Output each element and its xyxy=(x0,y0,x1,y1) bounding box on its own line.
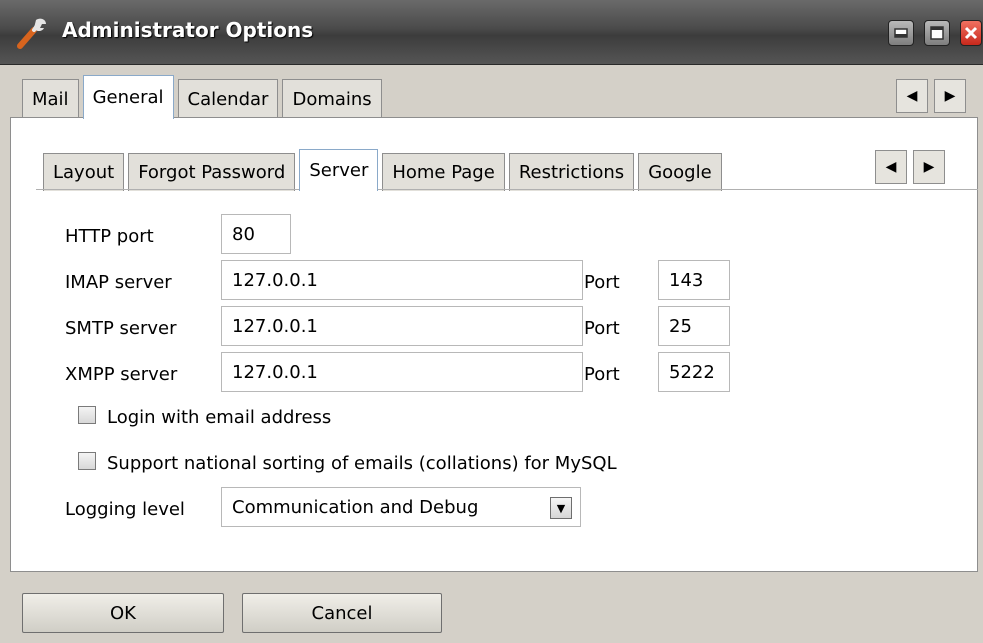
xmpp-port-input[interactable]: 5222 xyxy=(658,352,730,392)
outer-tab-bar: Mail General Calendar Domains xyxy=(22,75,386,119)
wrench-icon xyxy=(17,18,46,49)
smtp-port-input[interactable]: 25 xyxy=(658,306,730,346)
tab-domains[interactable]: Domains xyxy=(282,79,382,119)
national-sorting-checkbox[interactable] xyxy=(78,452,96,470)
tab-server[interactable]: Server xyxy=(299,149,379,191)
inner-tab-bar: Layout Forgot Password Server Home Page … xyxy=(43,149,726,191)
triangle-right-icon: ▶ xyxy=(923,159,935,175)
tab-google[interactable]: Google xyxy=(638,153,722,191)
imap-server-input[interactable]: 127.0.0.1 xyxy=(221,260,583,300)
inner-tab-scroll-right-button[interactable]: ▶ xyxy=(913,150,945,184)
tab-home-page[interactable]: Home Page xyxy=(382,153,505,191)
tab-restrictions[interactable]: Restrictions xyxy=(508,153,635,191)
xmpp-server-label: XMPP server xyxy=(65,364,178,385)
logging-level-value: Communication and Debug xyxy=(232,496,479,518)
logging-level-select[interactable]: Communication and Debug ▼ xyxy=(221,487,581,527)
triangle-right-icon: ▶ xyxy=(944,88,956,104)
smtp-server-input[interactable]: 127.0.0.1 xyxy=(221,306,583,346)
tab-calendar[interactable]: Calendar xyxy=(177,79,279,119)
outer-tab-scroll-right-button[interactable]: ▶ xyxy=(934,79,966,113)
tab-general[interactable]: General xyxy=(82,75,174,119)
tab-forgot-password[interactable]: Forgot Password xyxy=(128,153,296,191)
smtp-port-label: Port xyxy=(584,318,620,339)
imap-server-label: IMAP server xyxy=(65,272,172,293)
window-title: Administrator Options xyxy=(62,18,314,42)
close-icon xyxy=(964,26,978,40)
administrator-options-window: Administrator Options Mail General Calen… xyxy=(0,0,983,643)
chevron-down-icon: ▼ xyxy=(556,501,566,515)
xmpp-port-label: Port xyxy=(584,364,620,385)
maximize-button[interactable] xyxy=(924,20,950,46)
http-port-label: HTTP port xyxy=(65,226,154,247)
logging-level-dropdown-button[interactable]: ▼ xyxy=(550,497,572,519)
minimize-icon xyxy=(894,28,908,38)
inner-tab-divider xyxy=(36,189,978,190)
login-with-email-label[interactable]: Login with email address xyxy=(107,407,331,428)
outer-tab-scroll-left-button[interactable]: ◀ xyxy=(896,79,928,113)
triangle-left-icon: ◀ xyxy=(906,88,918,104)
cancel-button[interactable]: Cancel xyxy=(242,593,442,633)
ok-button[interactable]: OK xyxy=(22,593,224,633)
smtp-server-label: SMTP server xyxy=(65,318,177,339)
tab-mail[interactable]: Mail xyxy=(22,79,79,119)
tab-layout[interactable]: Layout xyxy=(43,153,125,191)
triangle-left-icon: ◀ xyxy=(885,159,897,175)
minimize-button[interactable] xyxy=(888,20,914,46)
national-sorting-label[interactable]: Support national sorting of emails (coll… xyxy=(107,453,617,474)
login-with-email-checkbox[interactable] xyxy=(78,406,96,424)
imap-port-label: Port xyxy=(584,272,620,293)
imap-port-input[interactable]: 143 xyxy=(658,260,730,300)
maximize-icon xyxy=(930,26,944,40)
inner-tab-scroll-left-button[interactable]: ◀ xyxy=(875,150,907,184)
logging-level-label: Logging level xyxy=(65,499,185,520)
close-button[interactable] xyxy=(960,20,982,46)
xmpp-server-input[interactable]: 127.0.0.1 xyxy=(221,352,583,392)
title-bar[interactable]: Administrator Options xyxy=(0,0,983,65)
http-port-input[interactable]: 80 xyxy=(221,214,291,254)
